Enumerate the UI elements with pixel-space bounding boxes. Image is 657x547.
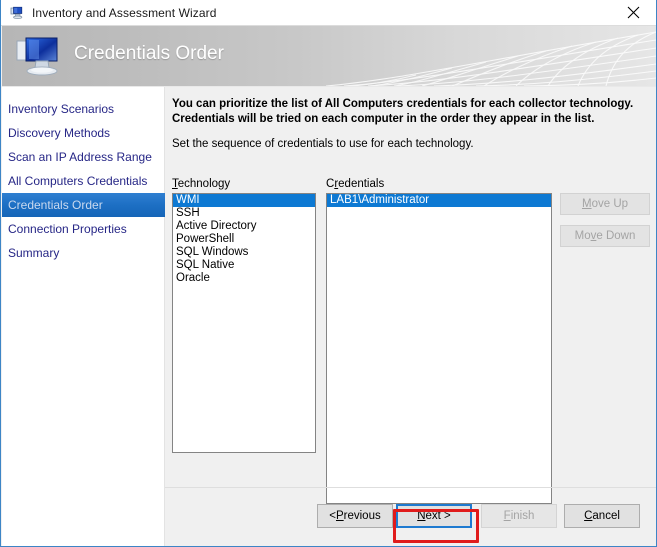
finish-post: inish: [510, 510, 535, 522]
credentials-label-post: edentials: [338, 178, 385, 190]
technology-list[interactable]: WMI SSH Active Directory PowerShell SQL …: [172, 193, 316, 453]
move-down-post: e Down: [596, 230, 636, 242]
technology-list-item-sql-windows[interactable]: SQL Windows: [173, 246, 315, 259]
next-accesskey: N: [417, 510, 426, 522]
cancel-accesskey: C: [584, 510, 593, 522]
move-down-pre: Mo: [574, 230, 591, 242]
next-button[interactable]: Next >: [396, 504, 472, 528]
next-post: ext >: [425, 510, 451, 522]
instruction-line-2: Credentials will be tried on each comput…: [172, 113, 595, 125]
title-bar: Inventory and Assessment Wizard: [1, 0, 656, 26]
sidebar-item-scan-ip-address-range[interactable]: Scan an IP Address Range: [2, 145, 164, 169]
footer-divider: [165, 487, 656, 488]
previous-post: revious: [343, 510, 381, 522]
move-up-button[interactable]: Move Up: [560, 193, 650, 215]
instruction-heading: You can prioritize the list of All Compu…: [172, 97, 650, 127]
technology-list-item-active-directory[interactable]: Active Directory: [173, 220, 315, 233]
credentials-list-item-administrator[interactable]: LAB1\Administrator: [327, 194, 551, 207]
technology-list-item-ssh[interactable]: SSH: [173, 207, 315, 220]
cancel-button[interactable]: Cancel: [564, 504, 640, 528]
sidebar-item-discovery-methods[interactable]: Discovery Methods: [2, 121, 164, 145]
move-up-accesskey: M: [581, 198, 592, 210]
instruction-line-1: You can prioritize the list of All Compu…: [172, 98, 634, 110]
technology-list-item-wmi[interactable]: WMI: [173, 194, 315, 207]
previous-button[interactable]: < Previous: [317, 504, 393, 528]
previous-accesskey: P: [335, 510, 344, 522]
cancel-post: ancel: [592, 510, 620, 522]
technology-list-item-oracle[interactable]: Oracle: [173, 272, 315, 285]
move-down-button[interactable]: Mo v e Down: [560, 225, 650, 247]
window-title: Inventory and Assessment Wizard: [32, 5, 217, 20]
sidebar-item-connection-properties[interactable]: Connection Properties: [2, 217, 164, 241]
technology-list-item-sql-native[interactable]: SQL Native: [173, 259, 315, 272]
previous-pre: <: [329, 510, 336, 522]
wizard-step-sidebar: Inventory Scenarios Discovery Methods Sc…: [2, 87, 165, 546]
wizard-window: Inventory and Assessment Wizard Credenti…: [0, 0, 657, 547]
technology-label: Technology: [172, 178, 230, 190]
technology-label-post: echnology: [177, 178, 231, 190]
instruction-subtitle: Set the sequence of credentials to use f…: [172, 138, 474, 150]
sidebar-item-summary[interactable]: Summary: [2, 241, 164, 265]
sidebar-item-credentials-order[interactable]: Credentials Order: [2, 193, 165, 217]
page-title: Credentials Order: [74, 43, 224, 64]
wizard-banner: Credentials Order: [2, 26, 656, 86]
move-up-post: ove Up: [591, 198, 629, 210]
mesh-decoration-graphic: [326, 31, 656, 86]
finish-button[interactable]: Finish: [481, 504, 557, 528]
computer-wizard-icon: [9, 5, 25, 21]
main-content-pane: You can prioritize the list of All Compu…: [165, 87, 656, 546]
computer-monitor-icon: [16, 37, 58, 76]
finish-accesskey: F: [503, 510, 511, 522]
sidebar-item-inventory-scenarios[interactable]: Inventory Scenarios: [2, 97, 164, 121]
sidebar-item-all-computers-credentials[interactable]: All Computers Credentials: [2, 169, 164, 193]
credentials-label: Credentials: [326, 178, 384, 190]
close-icon[interactable]: [611, 0, 656, 25]
credentials-list[interactable]: LAB1\Administrator: [326, 193, 552, 504]
technology-list-item-powershell[interactable]: PowerShell: [173, 233, 315, 246]
